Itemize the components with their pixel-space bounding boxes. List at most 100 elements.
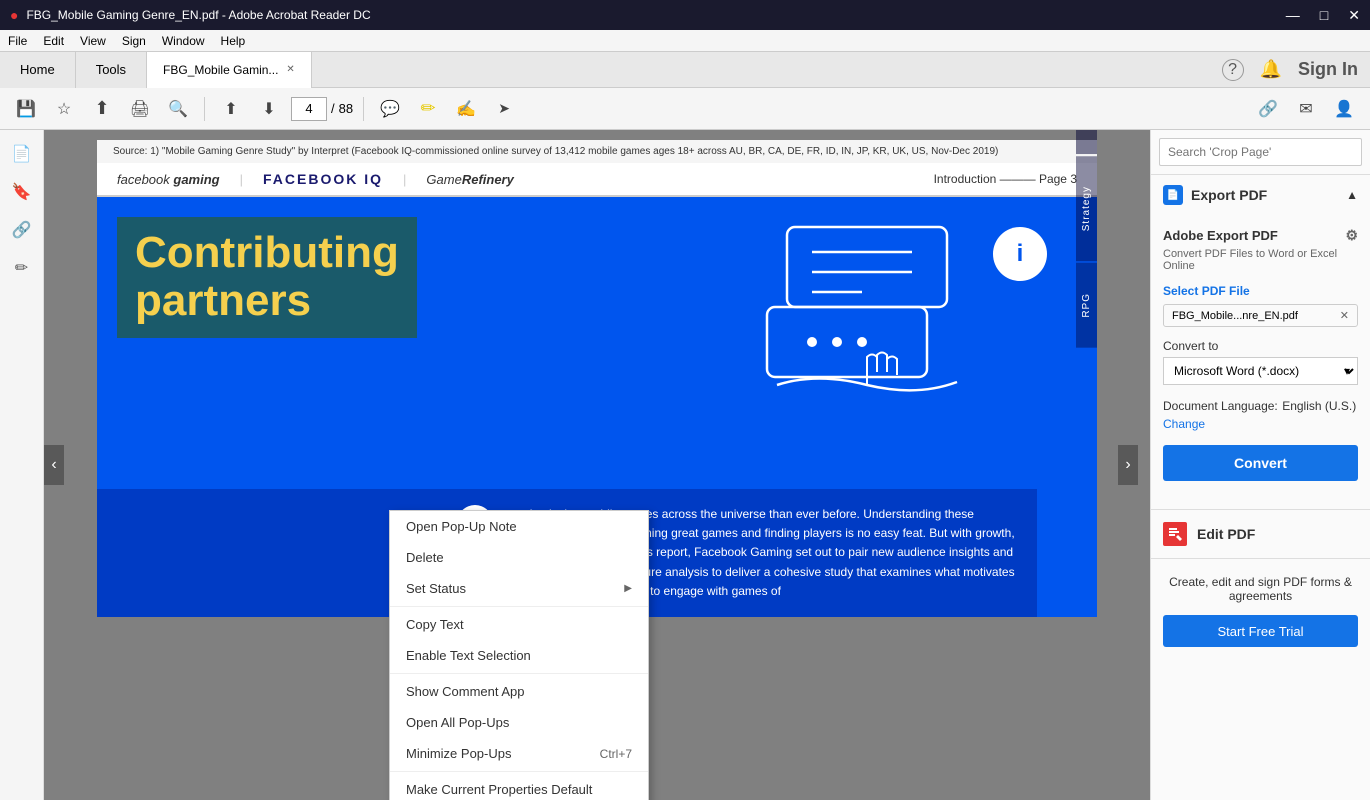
comment-icon: 💬 bbox=[380, 99, 400, 119]
save-button[interactable]: 💾 bbox=[10, 93, 42, 125]
edit-pdf-icon bbox=[1163, 522, 1187, 546]
menu-view[interactable]: View bbox=[80, 34, 106, 48]
strategy-tab[interactable]: Strategy bbox=[1076, 156, 1097, 261]
sidebar-comments-button[interactable]: ✏ bbox=[6, 252, 38, 284]
comment-button[interactable]: 💬 bbox=[374, 93, 406, 125]
facebook-iq-label: FACEBOOK IQ bbox=[263, 171, 383, 187]
maximize-button[interactable]: □ bbox=[1320, 7, 1328, 24]
page-up-icon: ⬆ bbox=[224, 99, 237, 119]
contents-tab[interactable]: Contents bbox=[1076, 130, 1097, 154]
tab-document[interactable]: FBG_Mobile Gamin... ✕ bbox=[147, 52, 312, 88]
page-navigation: / 88 bbox=[291, 97, 353, 121]
sidebar-links-button[interactable]: 🔗 bbox=[6, 214, 38, 246]
page-down-button[interactable]: ⬇ bbox=[253, 93, 285, 125]
menu-window[interactable]: Window bbox=[162, 34, 205, 48]
start-free-trial-button[interactable]: Start Free Trial bbox=[1163, 615, 1358, 647]
help-icon[interactable]: ? bbox=[1222, 59, 1244, 81]
upload-button[interactable]: ⬆ bbox=[86, 93, 118, 125]
bookmark-icon: ☆ bbox=[57, 99, 71, 119]
pdf-viewer: ‹ › Source: 1) "Mobile Gaming Genre Stud… bbox=[44, 130, 1150, 800]
pdf-filename: FBG_Mobile...nre_EN.pdf bbox=[1172, 310, 1298, 322]
tab-close-button[interactable]: ✕ bbox=[286, 64, 294, 75]
convert-to-select-wrapper[interactable]: Microsoft Word (*.docx) Microsoft Excel … bbox=[1163, 357, 1358, 385]
sidebar-pages-button[interactable]: 📄 bbox=[6, 138, 38, 170]
sign-in-button[interactable]: Sign In bbox=[1298, 59, 1358, 80]
ctx-open-popup[interactable]: Open Pop-Up Note bbox=[390, 511, 648, 542]
ctx-set-status[interactable]: Set Status ▶ bbox=[390, 573, 648, 604]
menu-edit[interactable]: Edit bbox=[43, 34, 64, 48]
minimize-button[interactable]: — bbox=[1286, 7, 1300, 24]
convert-to-select[interactable]: Microsoft Word (*.docx) Microsoft Excel … bbox=[1163, 357, 1358, 385]
export-pdf-chevron[interactable]: ▲ bbox=[1346, 188, 1358, 202]
draw-button[interactable]: ✍ bbox=[450, 93, 482, 125]
tab-tools[interactable]: Tools bbox=[76, 52, 147, 88]
convert-to-label: Convert to bbox=[1163, 339, 1358, 353]
bookmark-button[interactable]: ☆ bbox=[48, 93, 80, 125]
pdf-side-tabs[interactable]: Contents Strategy RPG bbox=[1076, 130, 1097, 407]
menu-sign[interactable]: Sign bbox=[122, 34, 146, 48]
share-button[interactable]: ➤ bbox=[488, 93, 520, 125]
pages-icon: 📄 bbox=[12, 144, 32, 164]
page-up-button[interactable]: ⬆ bbox=[215, 93, 247, 125]
export-pdf-header[interactable]: 📄 Export PDF ▲ bbox=[1151, 175, 1370, 215]
ctx-minimize-popups[interactable]: Minimize Pop-Ups Ctrl+7 bbox=[390, 738, 648, 769]
nav-next-button[interactable]: › bbox=[1118, 445, 1138, 485]
nav-prev-button[interactable]: ‹ bbox=[44, 445, 64, 485]
convert-button[interactable]: Convert bbox=[1163, 445, 1358, 481]
sidebar-bookmarks-button[interactable]: 🔖 bbox=[6, 176, 38, 208]
menu-bar: File Edit View Sign Window Help bbox=[0, 30, 1370, 52]
close-button[interactable]: ✕ bbox=[1348, 7, 1360, 24]
adobe-export-title: Adobe Export PDF ⚙ bbox=[1163, 227, 1358, 244]
edit-pdf-label: Edit PDF bbox=[1197, 526, 1255, 542]
page-separator: / bbox=[331, 101, 335, 116]
highlight-button[interactable]: ✏ bbox=[412, 93, 444, 125]
ctx-make-default[interactable]: Make Current Properties Default bbox=[390, 774, 648, 800]
bottom-promo-text: Create, edit and sign PDF forms & agreem… bbox=[1163, 575, 1358, 603]
highlight-icon: ✏ bbox=[421, 98, 436, 119]
bookmarks-icon: 🔖 bbox=[12, 182, 32, 202]
right-panel: 📄 Export PDF ▲ Adobe Export PDF ⚙ Conver… bbox=[1150, 130, 1370, 800]
user-icon: 👤 bbox=[1334, 99, 1354, 119]
print-icon: 🖨 bbox=[130, 99, 150, 119]
toolbar: 💾 ☆ ⬆ 🖨 🔍 ⬆ ⬇ / 88 💬 ✏ ✍ ➤ 🔗 ✉ 👤 bbox=[0, 88, 1370, 130]
adobe-settings-icon[interactable]: ⚙ bbox=[1345, 227, 1358, 244]
change-language-link[interactable]: Change bbox=[1163, 417, 1205, 431]
print-button[interactable]: 🖨 bbox=[124, 93, 156, 125]
ctx-arrow-icon: ▶ bbox=[624, 583, 632, 594]
slide-header: facebook gaming | FACEBOOK IQ | GameRefi… bbox=[97, 163, 1097, 195]
info-circle-icon: i bbox=[993, 227, 1047, 281]
ctx-copy-text[interactable]: Copy Text bbox=[390, 609, 648, 640]
draw-icon: ✍ bbox=[456, 99, 476, 119]
ctx-show-comment-app[interactable]: Show Comment App bbox=[390, 676, 648, 707]
menu-help[interactable]: Help bbox=[221, 34, 246, 48]
user-button[interactable]: 👤 bbox=[1328, 93, 1360, 125]
edit-pdf-section[interactable]: Edit PDF bbox=[1151, 510, 1370, 559]
links-icon: 🔗 bbox=[12, 220, 32, 240]
link-icon: 🔗 bbox=[1258, 99, 1278, 119]
toolbar-separator-2 bbox=[363, 97, 364, 121]
export-pdf-section: 📄 Export PDF ▲ Adobe Export PDF ⚙ Conver… bbox=[1151, 175, 1370, 510]
notifications-icon[interactable]: 🔔 bbox=[1260, 59, 1282, 80]
ctx-enable-text-selection[interactable]: Enable Text Selection bbox=[390, 640, 648, 671]
tab-home[interactable]: Home bbox=[0, 52, 76, 88]
ctx-delete[interactable]: Delete bbox=[390, 542, 648, 573]
menu-file[interactable]: File bbox=[8, 34, 27, 48]
ctx-separator-1 bbox=[390, 606, 648, 607]
source-strip: Source: 1) "Mobile Gaming Genre Study" b… bbox=[97, 140, 1097, 163]
remove-file-button[interactable]: ✕ bbox=[1340, 309, 1349, 322]
app-icon: ● bbox=[10, 7, 18, 23]
pdf-file-chip: FBG_Mobile...nre_EN.pdf ✕ bbox=[1163, 304, 1358, 327]
search-icon: 🔍 bbox=[168, 99, 188, 119]
save-icon: 💾 bbox=[16, 99, 36, 119]
page-number-input[interactable] bbox=[291, 97, 327, 121]
export-pdf-content: Adobe Export PDF ⚙ Convert PDF Files to … bbox=[1151, 215, 1370, 509]
rpg-tab[interactable]: RPG bbox=[1076, 263, 1097, 348]
comments-icon: ✏ bbox=[15, 258, 28, 278]
ctx-open-all-popups[interactable]: Open All Pop-Ups bbox=[390, 707, 648, 738]
panel-search-input[interactable] bbox=[1159, 138, 1362, 166]
adobe-export-desc: Convert PDF Files to Word or Excel Onlin… bbox=[1163, 248, 1358, 272]
game-refinery-logo: GameRefinery bbox=[426, 172, 513, 187]
search-button[interactable]: 🔍 bbox=[162, 93, 194, 125]
link-button[interactable]: 🔗 bbox=[1252, 93, 1284, 125]
email-button[interactable]: ✉ bbox=[1290, 93, 1322, 125]
